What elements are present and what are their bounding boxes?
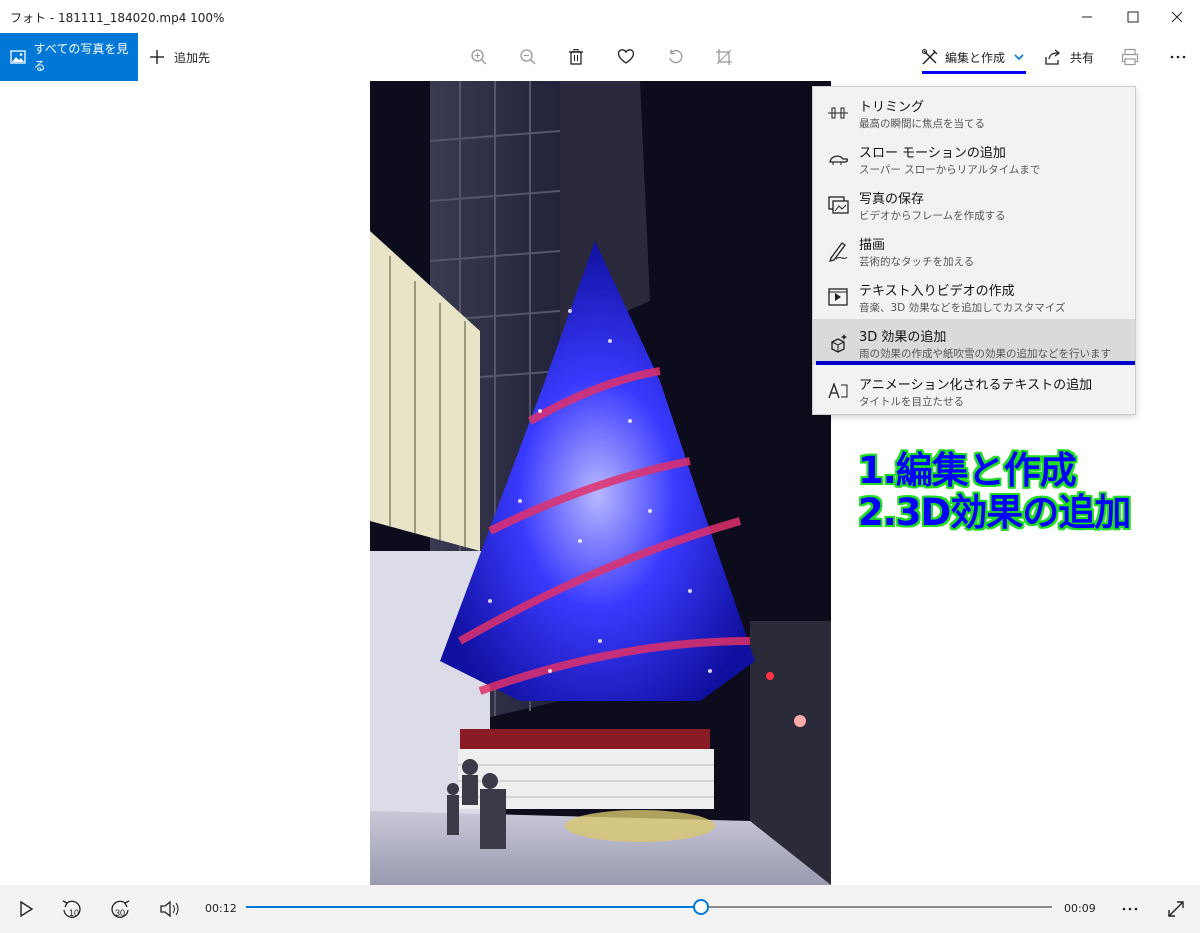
speaker-icon (160, 900, 179, 918)
play-button[interactable] (14, 897, 38, 921)
menu-item-title: アニメーション化されるテキストの追加 (859, 378, 1093, 393)
print-button[interactable] (1118, 45, 1142, 69)
playback-bar: 10 30 00:12 00:09 (0, 885, 1200, 933)
animated-text-icon (826, 379, 850, 403)
save-photo-icon (826, 193, 850, 217)
menu-item-subtitle: 芸術的なタッチを加える (859, 256, 975, 268)
plus-icon (150, 50, 164, 64)
seek-bar-progress (246, 906, 702, 908)
menu-item-save-photo[interactable]: 写真の保存 ビデオからフレームを作成する (813, 181, 1135, 227)
player-more-button[interactable] (1118, 897, 1142, 921)
close-icon (1171, 11, 1183, 22)
seek-bar[interactable] (246, 899, 1052, 915)
menu-item-subtitle: 音楽、3D 効果などを追加してカスタマイズ (859, 302, 1066, 314)
crop-button[interactable] (712, 45, 736, 69)
volume-button[interactable] (158, 897, 182, 921)
zoom-out-icon (520, 49, 536, 65)
menu-item-subtitle: スーパー スローからリアルタイムまで (859, 164, 1041, 176)
command-bar: すべての写真を見る 追加先 編集と作成 共有 (0, 33, 1200, 81)
menu-item-subtitle: 雨の効果の作成や紙吹雪の効果の追加などを行います (859, 348, 1111, 360)
trim-icon (826, 101, 850, 125)
trash-icon (569, 49, 583, 65)
zoom-in-icon (471, 49, 487, 65)
edit-create-label: 編集と作成 (944, 50, 1005, 65)
skip-back-button[interactable]: 10 (60, 897, 84, 921)
forward-30-icon: 30 (111, 900, 130, 918)
see-all-photos-label: すべての写真を見る (33, 42, 129, 73)
3d-effects-icon (826, 331, 850, 355)
skip-forward-button[interactable]: 30 (108, 897, 132, 921)
video-text-icon (826, 285, 850, 309)
more-options-button[interactable] (1166, 45, 1190, 69)
printer-icon (1121, 48, 1139, 66)
ellipsis-icon (1170, 55, 1186, 59)
delete-button[interactable] (564, 45, 588, 69)
close-button[interactable] (1154, 0, 1200, 33)
see-all-photos-button[interactable]: すべての写真を見る (0, 33, 138, 81)
rewind-10-icon: 10 (62, 900, 81, 918)
menu-item-subtitle: タイトルを目立たせる (859, 396, 964, 408)
menu-item-slow-motion[interactable]: スロー モーションの追加 スーパー スローからリアルタイムまで (813, 135, 1135, 181)
skip-back-label: 10 (69, 908, 79, 918)
add-to-label: 追加先 (174, 50, 211, 65)
christmas-tree-night-photo (370, 81, 831, 885)
minimize-button[interactable] (1064, 0, 1110, 33)
menu-item-subtitle: 最高の瞬間に焦点を当てる (859, 118, 985, 130)
menu-item-title: トリミング (859, 100, 925, 115)
window-title: フォト - 181111_184020.mp4 100% (10, 11, 225, 25)
edit-create-icon (921, 49, 938, 65)
minimize-icon (1082, 16, 1092, 17)
zoom-in-button[interactable] (467, 45, 491, 69)
maximize-button[interactable] (1110, 0, 1156, 33)
menu-item-video-with-text[interactable]: テキスト入りビデオの作成 音楽、3D 効果などを追加してカスタマイズ (813, 273, 1135, 319)
rotate-button[interactable] (664, 45, 688, 69)
crop-icon (716, 49, 732, 65)
menu-item-title: 3D 効果の追加 (859, 330, 947, 345)
pen-icon (826, 239, 850, 263)
title-bar: フォト - 181111_184020.mp4 100% (0, 0, 1200, 33)
edit-create-button[interactable]: 編集と作成 (920, 33, 1026, 81)
edit-create-highlight-underline (922, 71, 1026, 74)
menu-item-title: スロー モーションの追加 (859, 146, 1006, 161)
edit-create-dropdown-menu: トリミング 最高の瞬間に焦点を当てる スロー モーションの追加 スーパー スロー… (812, 86, 1136, 415)
add-to-button[interactable]: 追加先 (148, 33, 210, 81)
remaining-time: 00:09 (1064, 902, 1096, 915)
play-icon (20, 900, 34, 918)
picture-icon (10, 50, 26, 64)
heart-icon (617, 49, 635, 64)
chevron-down-icon (1014, 54, 1024, 61)
menu-item-title: 写真の保存 (859, 192, 925, 207)
menu-item-animated-text[interactable]: アニメーション化されるテキストの追加 タイトルを目立たせる (813, 367, 1135, 413)
zoom-out-button[interactable] (516, 45, 540, 69)
rotate-icon (669, 49, 683, 64)
menu-item-title: 描画 (859, 238, 886, 253)
share-icon (1045, 49, 1061, 65)
menu-item-add-3d-effects[interactable]: 3D 効果の追加 雨の効果の作成や紙吹雪の効果の追加などを行います (813, 319, 1135, 365)
menu-item-title: テキスト入りビデオの作成 (859, 284, 1015, 299)
share-label: 共有 (1070, 50, 1095, 65)
turtle-icon (826, 147, 850, 171)
annotation-step-2: 2.3D効果の追加 (858, 491, 1131, 534)
fullscreen-icon (1168, 901, 1184, 917)
elapsed-time: 00:12 (205, 902, 237, 915)
seek-bar-thumb[interactable] (693, 899, 710, 915)
share-button[interactable]: 共有 (1044, 33, 1094, 81)
ellipsis-icon (1122, 907, 1138, 911)
maximize-icon (1127, 11, 1139, 22)
skip-forward-label: 30 (115, 908, 125, 918)
menu-item-trim[interactable]: トリミング 最高の瞬間に焦点を当てる (813, 89, 1135, 135)
menu-item-subtitle: ビデオからフレームを作成する (859, 210, 1006, 222)
fullscreen-button[interactable] (1164, 897, 1188, 921)
menu-item-draw[interactable]: 描画 芸術的なタッチを加える (813, 227, 1135, 273)
favorite-button[interactable] (614, 45, 638, 69)
3d-effects-highlight-underline (816, 361, 1135, 365)
video-frame[interactable] (370, 81, 831, 885)
